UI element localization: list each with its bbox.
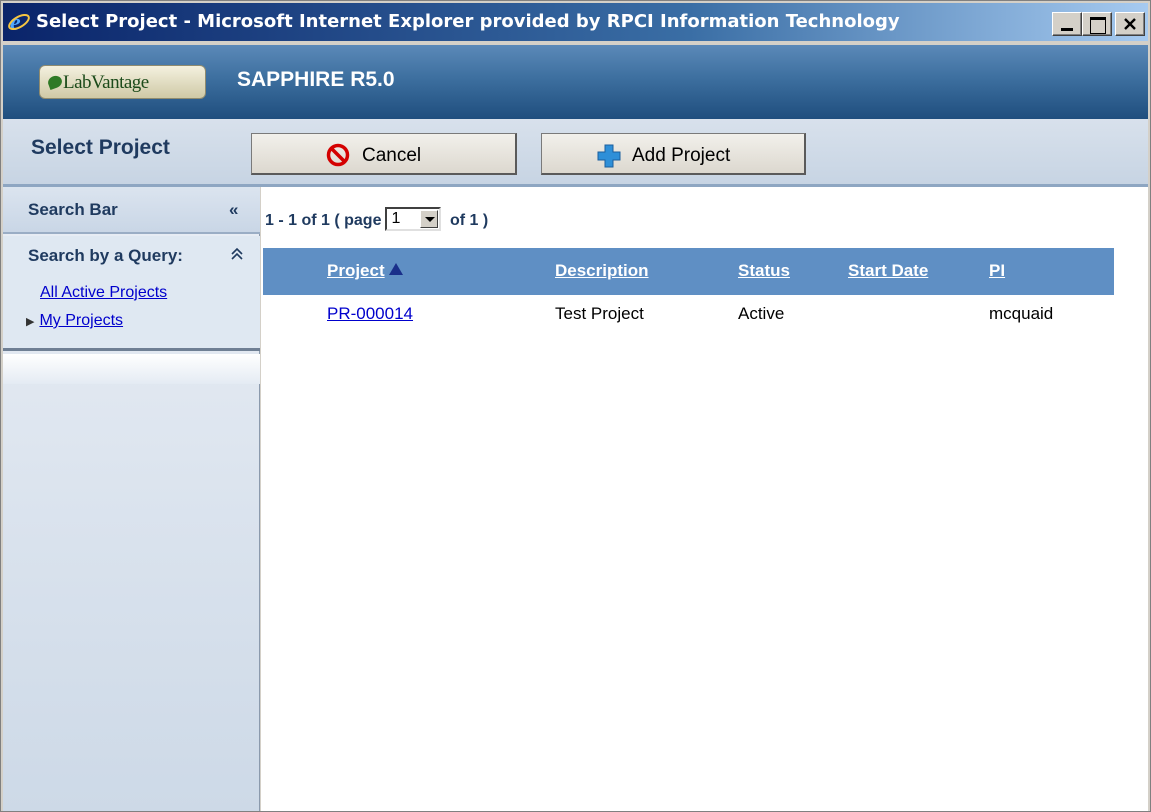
search-bar-title: Search Bar: [28, 200, 118, 219]
search-sidebar: Search Bar « Search by a Query: All Acti…: [3, 187, 260, 811]
page-title: Select Project: [31, 136, 170, 159]
triangle-right-icon: ▶: [26, 316, 35, 328]
query-link-all-active-projects[interactable]: All Active Projects: [40, 284, 167, 302]
collapse-left-icon[interactable]: «: [229, 200, 238, 220]
app-title: SAPPHIRE R5.0: [237, 68, 395, 91]
window-title: Select Project - Microsoft Internet Expl…: [36, 11, 900, 32]
projects-table: Project Description Status Start Date PI…: [263, 248, 1114, 339]
minimize-button[interactable]: [1052, 12, 1082, 36]
column-header-project[interactable]: Project: [327, 261, 403, 281]
table-row: PR-000014 Test Project Active mcquaid: [263, 295, 1114, 339]
logo-text: LabVantage: [63, 72, 149, 93]
add-icon: [597, 144, 621, 168]
cancel-button[interactable]: Cancel: [251, 133, 517, 175]
query-title: Search by a Query:: [28, 246, 183, 265]
labvantage-logo: LabVantage: [39, 65, 206, 99]
close-button[interactable]: [1115, 12, 1145, 36]
sidebar-footer: [3, 354, 260, 384]
add-project-button[interactable]: Add Project: [541, 133, 806, 175]
pager-page-prefix: ( page: [334, 212, 382, 230]
project-status: Active: [738, 304, 785, 323]
pager-range: 1 - 1 of 1: [265, 212, 330, 230]
column-header-label: Project: [327, 261, 385, 280]
add-project-label: Add Project: [632, 145, 731, 166]
cancel-icon: [326, 143, 350, 167]
column-header-pi[interactable]: PI: [989, 261, 1005, 281]
project-id-link[interactable]: PR-000014: [327, 304, 413, 324]
toolbar: Select Project Cancel Add Project: [3, 119, 1148, 187]
app-header: LabVantage SAPPHIRE R5.0: [3, 45, 1148, 119]
column-header-status[interactable]: Status: [738, 261, 790, 281]
sort-ascending-icon: [388, 263, 403, 275]
page-select[interactable]: 1: [385, 207, 442, 231]
project-description: Test Project: [555, 304, 644, 323]
project-pi: mcquaid: [989, 304, 1054, 323]
column-header-description[interactable]: Description: [555, 261, 649, 281]
results-panel: 1 - 1 of 1 ( page 1 of 1 ) Project Descri…: [261, 187, 1148, 811]
dropdown-arrow-icon[interactable]: [420, 210, 439, 228]
cancel-label: Cancel: [362, 145, 422, 166]
browser-window: e Select Project - Microsoft Internet Ex…: [0, 0, 1151, 812]
column-header-start-date[interactable]: Start Date: [848, 261, 928, 281]
title-bar[interactable]: e Select Project - Microsoft Internet Ex…: [3, 3, 1148, 41]
pager: 1 - 1 of 1 ( page 1 of 1 ): [265, 207, 489, 233]
table-header: Project Description Status Start Date PI: [263, 248, 1114, 295]
collapse-up-icon[interactable]: [230, 247, 244, 261]
page-select-value: 1: [391, 210, 401, 227]
search-bar-header: Search Bar «: [3, 187, 260, 234]
close-icon: [1124, 18, 1136, 30]
pager-page-suffix: of 1 ): [449, 212, 489, 230]
leaf-icon: [46, 73, 64, 91]
maximize-button[interactable]: [1082, 12, 1112, 36]
query-link-label: My Projects: [39, 312, 124, 329]
query-link-my-projects[interactable]: ▶ My Projects: [26, 312, 123, 330]
internet-explorer-icon: e: [8, 10, 30, 34]
query-panel: Search by a Query: All Active Projects ▶…: [3, 236, 260, 351]
